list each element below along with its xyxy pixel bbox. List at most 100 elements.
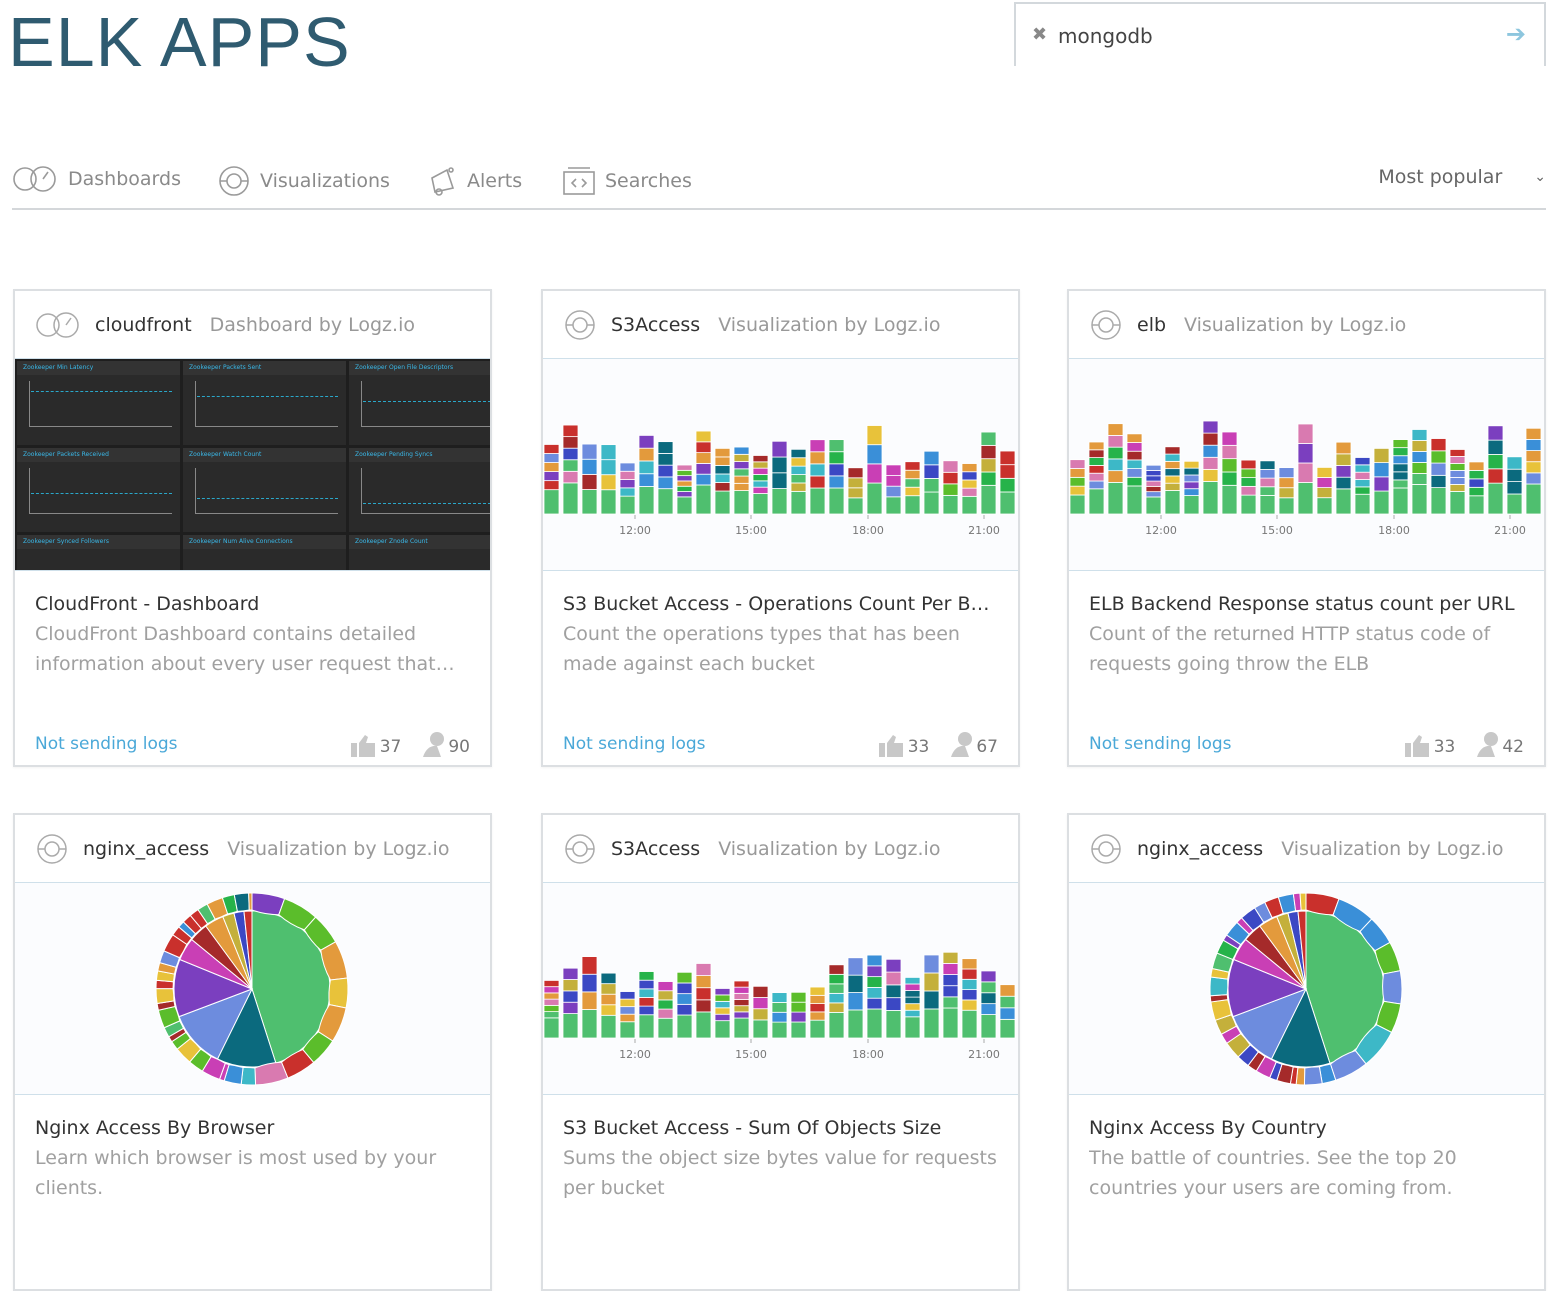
bar-segment: [657, 476, 674, 490]
bar-segment: [1278, 477, 1295, 489]
app-name[interactable]: cloudfront: [95, 314, 192, 336]
bar-segment: [619, 998, 636, 1008]
thumbs-up-icon: [1404, 735, 1429, 757]
bar-segment: [543, 444, 560, 454]
app-name[interactable]: elb: [1137, 314, 1166, 336]
bar-segment: [1221, 471, 1238, 486]
bar-segment: [1506, 456, 1523, 470]
bar-segment: [1411, 451, 1428, 463]
bar-segment: [657, 999, 674, 1010]
bar-segment: [980, 431, 997, 446]
app-card[interactable]: cloudfront Dashboard by Logz.io Zookeeper …: [13, 289, 492, 767]
bar-segment: [866, 954, 883, 967]
bar-segment: [1525, 439, 1542, 451]
app-name[interactable]: S3Access: [611, 314, 700, 336]
bar-segment: [714, 456, 731, 466]
search-box[interactable]: ✖ ➔: [1014, 2, 1546, 66]
bar-segment: [1373, 462, 1390, 478]
card-description: Sums the object size bytes value for req…: [563, 1147, 997, 1199]
bar-segment: [866, 997, 883, 1010]
bar-segment: [923, 954, 940, 974]
app-card[interactable]: S3Access Visualization by Logz.io 12:00 15:…: [541, 289, 1020, 767]
bar-segment: [562, 967, 579, 980]
card-title[interactable]: S3 Bucket Access - Operations Count Per …: [563, 593, 998, 615]
search-input[interactable]: [1058, 24, 1478, 48]
bar-segment: [1411, 473, 1428, 485]
axis-tick-label: 18:00: [852, 1048, 884, 1061]
app-card[interactable]: elb Visualization by Logz.io 12:00 15:00 18:…: [1067, 289, 1546, 767]
bar-segment: [543, 453, 560, 463]
bar-segment: [942, 1007, 959, 1039]
tab-searches[interactable]: Searches: [563, 166, 692, 196]
app-name[interactable]: nginx_access: [83, 838, 209, 860]
likes-value: 37: [379, 737, 402, 757]
status-link[interactable]: Not sending logs: [35, 734, 178, 754]
bar-segment: [1411, 462, 1428, 474]
bar-segment: [562, 1013, 579, 1039]
app-name[interactable]: S3Access: [611, 838, 700, 860]
bar-segment: [562, 1001, 579, 1014]
likes-count[interactable]: 37: [350, 735, 402, 757]
bar-segment: [790, 1011, 807, 1023]
users-value: 67: [976, 737, 998, 757]
axis-tick-label: 18:00: [852, 524, 884, 537]
close-icon[interactable]: ✖: [1032, 24, 1047, 45]
page-title: ELK APPS: [8, 3, 351, 81]
panel-title: Zookeeper Packets Received: [17, 448, 180, 462]
bar-segment: [581, 489, 598, 515]
bar-segment: [1145, 485, 1162, 493]
bar-segment: [1449, 449, 1466, 457]
card-title[interactable]: S3 Bucket Access - Sum Of Objects Size: [563, 1117, 998, 1139]
tab-dashboards[interactable]: Dashboards: [12, 166, 181, 192]
bar-segment: [1449, 456, 1466, 464]
card-title[interactable]: Nginx Access By Country: [1089, 1117, 1524, 1139]
bar-segment: [828, 475, 845, 489]
axis-tick-label: 15:00: [735, 1048, 767, 1061]
panel-title: Zookeeper Znode Count: [349, 535, 490, 549]
app-card[interactable]: nginx_access Visualization by Logz.io Ngin…: [1067, 813, 1546, 1291]
status-link[interactable]: Not sending logs: [563, 734, 706, 754]
bar-segment: [1088, 465, 1105, 474]
bar-segment: [828, 439, 845, 453]
bar-segment: [809, 463, 826, 477]
tab-visualizations[interactable]: Visualizations: [218, 166, 390, 196]
bar-segment: [752, 1008, 769, 1021]
bar-segment: [600, 993, 617, 1006]
bar-segment: [619, 479, 636, 489]
bar-segment: [1335, 453, 1352, 466]
bar-segment: [771, 488, 788, 515]
bar-segment: [1088, 441, 1105, 451]
bar-segment: [1164, 468, 1181, 477]
bar-segment: [543, 471, 560, 482]
bar-segment: [752, 486, 769, 494]
bar-segment: [923, 972, 940, 992]
dashboard-panel: Zookeeper Packets Received: [17, 448, 180, 532]
dashboard-gauge-icon: [13, 166, 56, 192]
card-title[interactable]: CloudFront - Dashboard: [35, 593, 470, 615]
bar-segment: [600, 1014, 617, 1039]
tab-label: Searches: [605, 170, 692, 192]
card-title[interactable]: ELB Backend Response status count per UR…: [1089, 593, 1524, 615]
app-card[interactable]: S3Access Visualization by Logz.io 12:00 15:…: [541, 813, 1020, 1291]
app-card[interactable]: nginx_access Visualization by Logz.io Ngin…: [13, 813, 492, 1291]
bar-segment: [1069, 476, 1086, 487]
bar-segment: [961, 958, 978, 970]
app-name[interactable]: nginx_access: [1137, 838, 1263, 860]
arrow-right-icon[interactable]: ➔: [1506, 20, 1526, 48]
bar-segment: [961, 978, 978, 991]
dashboard-panel: Zookeeper Min Latency: [17, 361, 180, 445]
card-title[interactable]: Nginx Access By Browser: [35, 1117, 470, 1139]
pie-slice: [1303, 1066, 1323, 1086]
sort-dropdown[interactable]: Most popular ⌄: [1378, 166, 1546, 188]
status-link[interactable]: Not sending logs: [1089, 734, 1232, 754]
bar-segment: [790, 474, 807, 484]
tab-alerts[interactable]: Alerts: [427, 166, 522, 196]
users-count: 42: [1477, 731, 1524, 757]
bar-segment: [1354, 464, 1371, 473]
likes-count[interactable]: 33: [878, 735, 929, 757]
likes-count[interactable]: 33: [1404, 735, 1455, 757]
pie-chart-thumbnail: [1069, 883, 1544, 1095]
bar-segment: [1373, 490, 1390, 515]
bar-segment: [904, 1016, 921, 1039]
bar-segment: [828, 983, 845, 994]
